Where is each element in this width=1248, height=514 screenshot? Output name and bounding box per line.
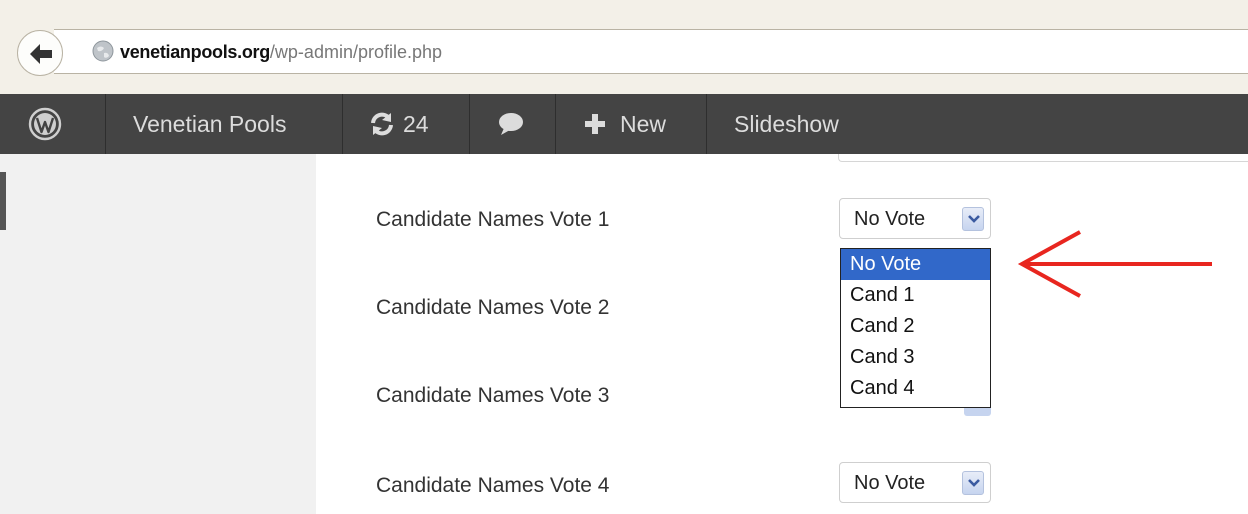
dropdown-option[interactable]: No Vote [841,249,990,280]
comments-menu[interactable] [497,94,525,154]
slideshow-label: Slideshow [734,110,839,137]
vote-2-label: Candidate Names Vote 2 [376,296,610,319]
admin-bar-separator [706,94,707,154]
url-path: /wp-admin/profile.php [269,42,443,62]
wordpress-logo-icon [28,107,62,141]
vote-1-value: No Vote [854,208,926,230]
globe-icon [92,40,114,62]
dropdown-option[interactable]: Cand 2 [841,311,990,342]
vote-1-select[interactable]: No Vote [839,198,991,239]
admin-bar: Venetian Pools 24 New Slideshow [0,94,1248,154]
back-arrow-icon [30,44,52,64]
vote-4-label: Candidate Names Vote 4 [376,474,610,497]
chevron-down-icon[interactable] [962,207,984,231]
dropdown-option[interactable]: Cand 1 [841,280,990,311]
updates-menu[interactable]: 24 [369,94,429,154]
admin-bar-separator [105,94,106,154]
sidebar-edge [0,172,6,230]
vote-1-dropdown-list[interactable]: No Vote Cand 1 Cand 2 Cand 3 Cand 4 [840,248,991,408]
site-name-menu[interactable]: Venetian Pools [133,94,286,154]
slideshow-menu[interactable]: Slideshow [734,94,839,154]
new-label: New [620,110,667,137]
admin-sidebar [0,154,316,514]
annotation-arrow-icon [1017,230,1212,298]
admin-bar-separator [469,94,470,154]
admin-bar-separator [555,94,556,154]
url-text[interactable]: venetianpools.org/wp-admin/profile.php [120,42,442,63]
admin-bar-separator [342,94,343,154]
dropdown-option[interactable]: Cand 4 [841,373,990,404]
vote-1-label: Candidate Names Vote 1 [376,208,610,231]
site-name: Venetian Pools [133,110,287,137]
vote-4-value: No Vote [854,472,926,494]
refresh-icon [371,112,393,136]
wp-logo-menu[interactable] [27,94,63,154]
new-content-menu[interactable]: New [584,94,666,154]
vote-3-label: Candidate Names Vote 3 [376,384,610,407]
url-domain: venetianpools.org [120,42,270,62]
dropdown-option[interactable]: Cand 3 [841,342,990,373]
back-button[interactable] [17,30,63,76]
updates-count: 24 [403,110,429,137]
chevron-down-icon[interactable] [962,471,984,495]
plus-icon [585,114,605,134]
comment-bubble-icon [499,113,523,135]
previous-field-edge [838,154,1248,162]
vote-4-select[interactable]: No Vote [839,462,991,503]
